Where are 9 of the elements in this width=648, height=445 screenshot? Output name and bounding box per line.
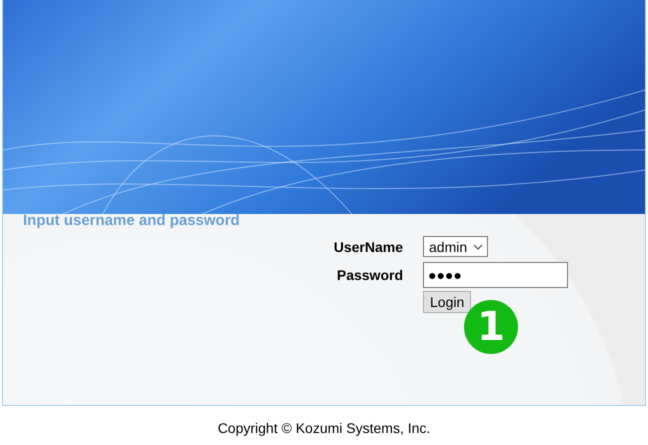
- username-label: UserName: [334, 238, 403, 254]
- username-dropdown[interactable]: admin: [423, 236, 488, 257]
- form-heading: Input username and password: [23, 212, 240, 229]
- login-button[interactable]: Login: [423, 291, 472, 313]
- caret-icon: [473, 244, 483, 250]
- password-label: Password: [336, 267, 403, 283]
- copyright-text: Copyright © Kozumi Systems, Inc.: [218, 420, 430, 436]
- step-badge: 1: [464, 300, 518, 354]
- password-field[interactable]: ●●●●: [423, 262, 568, 288]
